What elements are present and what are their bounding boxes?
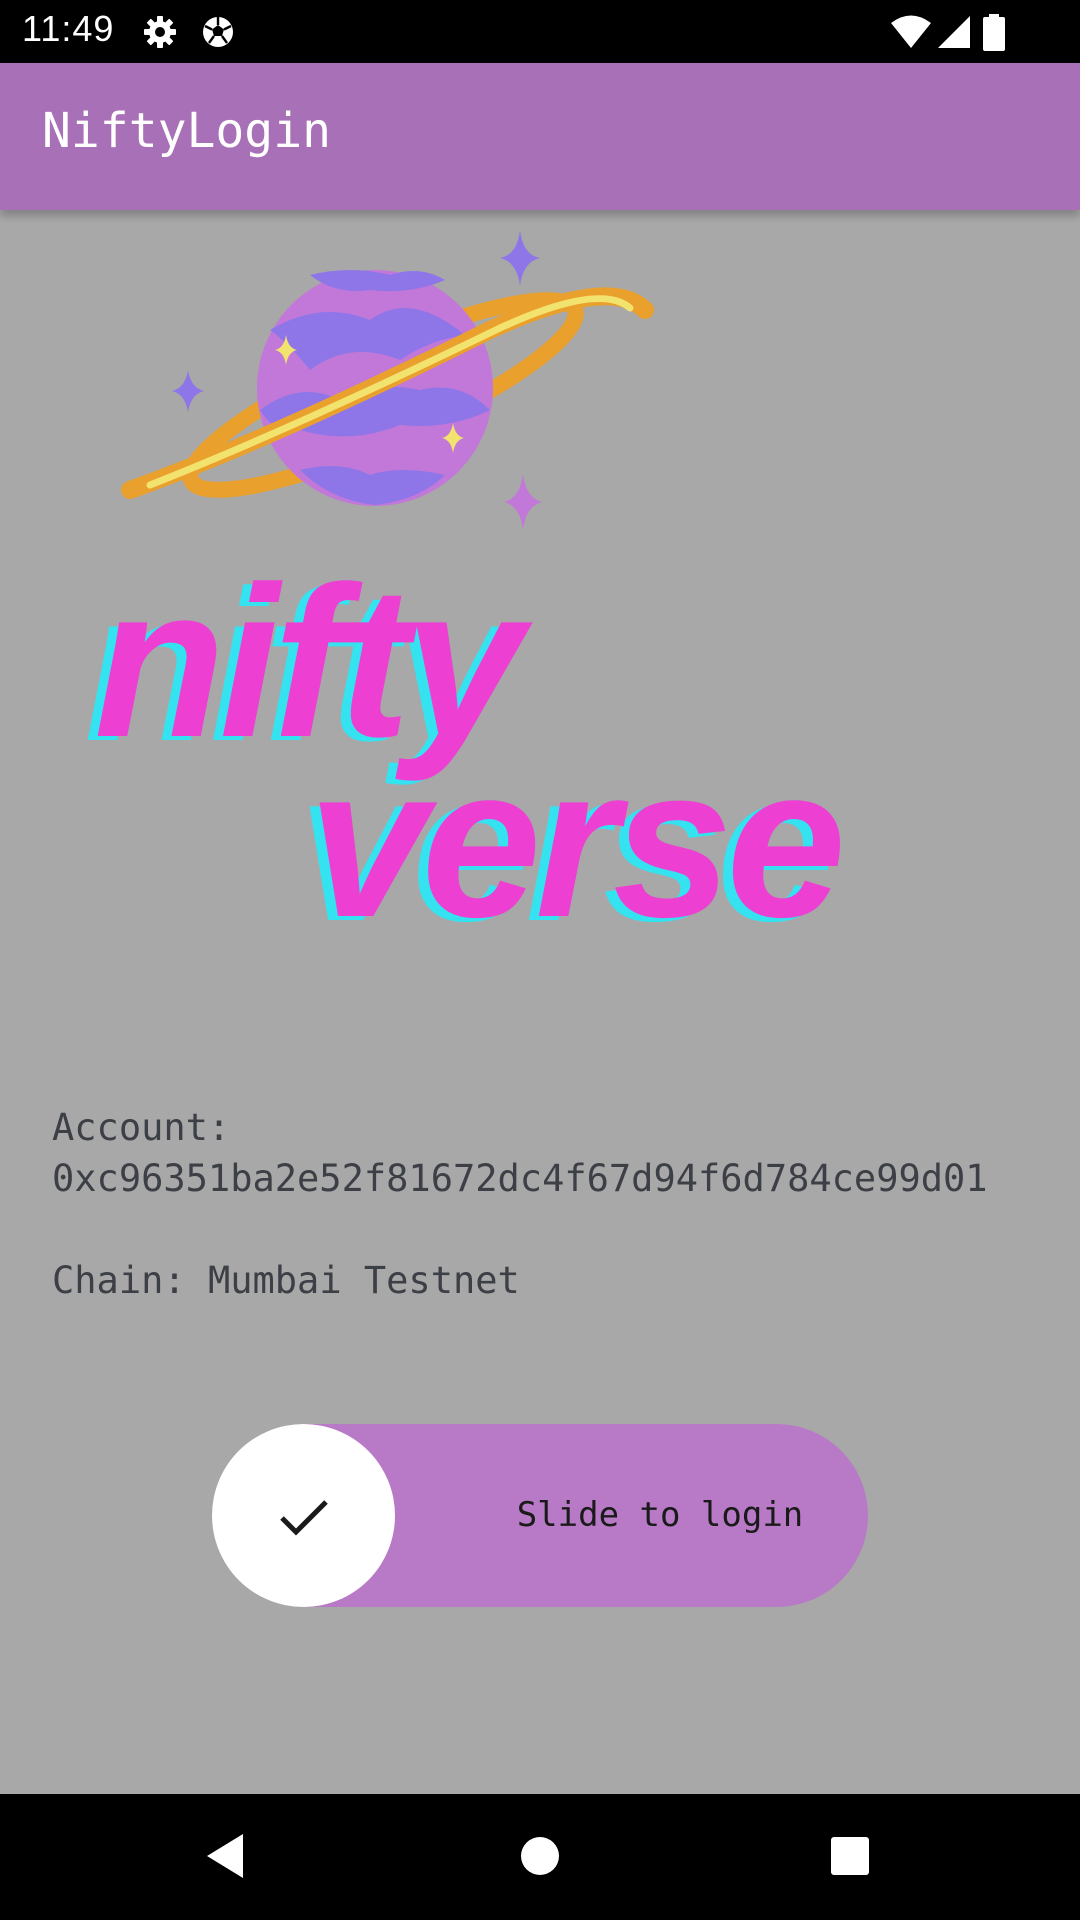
chain-label: Chain: [52,1259,186,1302]
app-title: NiftyLogin [42,103,331,159]
app-bar: NiftyLogin [0,63,1080,210]
checkmark-icon [280,1500,328,1536]
navigation-bar [0,1794,1080,1920]
recents-icon[interactable] [820,1826,880,1886]
back-icon[interactable] [195,1826,255,1886]
logo-text-verse: verse [308,721,840,940]
battery-icon [982,14,1006,51]
status-bar: 11:49 [0,0,1080,63]
gear-icon [142,14,178,50]
niftyverse-logo-image: nifty nifty verse verse [84,230,846,966]
wifi-icon [890,14,932,50]
slide-to-login-label: Slide to login [516,1495,804,1535]
slide-to-login[interactable]: Slide to login [212,1424,868,1607]
account-value: 0xc96351ba2e52f81672dc4f67d94f6d784ce99d… [52,1157,988,1200]
soccer-ball-icon [200,14,236,50]
home-icon[interactable] [510,1826,570,1886]
signal-icon [936,14,972,50]
status-time: 11:49 [22,8,115,49]
niftyverse-logo: nifty nifty verse verse [70,220,1010,966]
slider-knob[interactable] [212,1424,395,1607]
chain-value: Mumbai Testnet [207,1259,520,1302]
account-label: Account: [52,1106,231,1149]
chain-line: Chain: Mumbai Testnet [52,1255,520,1306]
